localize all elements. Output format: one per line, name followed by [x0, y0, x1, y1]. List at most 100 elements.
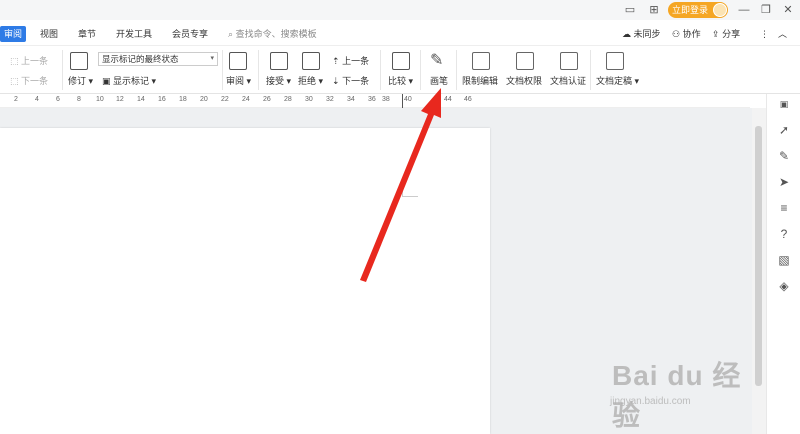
ruler-tick: 30	[305, 96, 313, 103]
permission-icon	[516, 52, 534, 70]
accept-icon	[270, 52, 288, 70]
next-change-button[interactable]: ⇣ 下一条	[332, 74, 369, 87]
close-icon[interactable]: ✕	[780, 3, 796, 17]
doc-permission-label: 文档权限	[506, 76, 543, 86]
login-button[interactable]: 立即登录	[668, 2, 728, 18]
display-state-select[interactable]: 显示标记的最终状态 ▾	[98, 52, 218, 66]
show-markup-button[interactable]: ▣ 显示标记 ▾	[102, 74, 156, 87]
tab-dev-tools[interactable]: 开发工具	[116, 26, 152, 42]
pen-icon[interactable]: ✎	[776, 148, 792, 164]
compass-icon[interactable]: ◈	[776, 278, 792, 294]
ruler-tick: 32	[326, 96, 334, 103]
watermark-brand: Bai du 经验	[612, 360, 742, 431]
prev-change-icon: ⇡	[332, 56, 340, 66]
horizontal-ruler[interactable]: 2 4 6 8 10 12 14 16 18 20 22 24 26 28 30…	[0, 94, 750, 108]
certify-icon	[560, 52, 578, 70]
search-placeholder: 查找命令、搜索模板	[235, 29, 317, 39]
grid-apps-icon[interactable]: ⊞	[646, 3, 662, 17]
page-margin-mark	[402, 188, 403, 197]
scrollbar-thumb[interactable]	[755, 126, 762, 386]
cloud-icon: ☁	[622, 29, 631, 39]
accept-button[interactable]: 接受 ▾	[266, 74, 291, 87]
ruler-tick: 2	[14, 96, 18, 103]
accept-label: 接受	[266, 76, 285, 86]
divider	[380, 50, 381, 90]
prev-change-label: 上一条	[342, 56, 370, 66]
share-label: 分享	[722, 29, 741, 39]
watermark-url: jingyan.baidu.com	[610, 396, 691, 407]
doc-finalize-button[interactable]: 文档定稿 ▾	[596, 74, 639, 87]
next-comment-button[interactable]: ⬚ 下一条	[10, 74, 48, 87]
prev-comment-icon: ⬚	[10, 56, 19, 66]
restrict-edit-label: 限制编辑	[462, 76, 499, 86]
divider	[456, 50, 457, 90]
ruler-tick: 40	[404, 96, 412, 103]
adjust-sliders-icon[interactable]: ≡	[776, 200, 792, 216]
ruler-tick: 4	[35, 96, 39, 103]
prev-change-button[interactable]: ⇡ 上一条	[332, 54, 369, 67]
divider	[62, 50, 63, 90]
ruler-tick: 34	[347, 96, 355, 103]
tab-chapter[interactable]: 章节	[78, 26, 96, 42]
minimize-icon[interactable]: —	[736, 3, 752, 17]
ruler-tick: 22	[221, 96, 229, 103]
reject-label: 拒绝	[298, 76, 317, 86]
collab-button[interactable]: ⚇ 协作	[672, 26, 701, 42]
ruler-tick: 16	[158, 96, 166, 103]
tab-member[interactable]: 会员专享	[172, 26, 208, 42]
ruler-tick: 44	[444, 96, 452, 103]
ruler-tick: 28	[284, 96, 292, 103]
ruler-tick: 10	[96, 96, 104, 103]
revise-icon	[70, 52, 88, 70]
divider	[590, 50, 591, 90]
help-icon[interactable]: ?	[776, 226, 792, 242]
restore-icon[interactable]: ❐	[758, 3, 774, 17]
avatar	[713, 3, 727, 17]
revise-button[interactable]: 修订 ▾	[68, 74, 93, 87]
review-label: 审阅	[226, 76, 245, 86]
sync-label: 未同步	[633, 29, 661, 39]
share-button[interactable]: ⇪ 分享	[712, 26, 740, 42]
pen-label: 画笔	[430, 76, 449, 86]
restrict-edit-button[interactable]: 限制编辑	[462, 74, 498, 87]
compare-button[interactable]: 比较 ▾	[388, 74, 413, 87]
markup-icon: ▣	[102, 76, 111, 86]
ruler-indent-marker[interactable]	[402, 94, 403, 108]
login-label: 立即登录	[672, 5, 709, 15]
panel-toggle-icon[interactable]: ▣	[776, 96, 792, 112]
collapse-ribbon-icon[interactable]: ︿	[778, 26, 787, 42]
ruler-tick: 24	[242, 96, 250, 103]
prev-comment-button[interactable]: ⬚ 上一条	[10, 54, 48, 67]
doc-cert-label: 文档认证	[550, 76, 587, 86]
compare-icon	[392, 52, 410, 70]
tab-view[interactable]: 视图	[40, 26, 58, 42]
pen-button[interactable]: 画笔	[430, 74, 448, 87]
doc-permission-button[interactable]: 文档权限	[506, 74, 542, 87]
pen-icon: ✎	[430, 52, 444, 69]
next-change-label: 下一条	[342, 76, 370, 86]
divider	[258, 50, 259, 90]
ribbon-toolbar: ⬚ 上一条 ⬚ 下一条 修订 ▾ 显示标记的最终状态 ▾ ▣ 显示标记 ▾ 审阅…	[0, 46, 800, 94]
ribbon-tabs: 审阅 视图 章节 开发工具 会员专享 ⌕ 查找命令、搜索模板 ☁ 未同步 ⚇ 协…	[0, 20, 800, 46]
ruler-tick: 26	[263, 96, 271, 103]
prev-comment-label: 上一条	[21, 56, 49, 66]
ruler-tick: 46	[464, 96, 472, 103]
tab-review[interactable]: 审阅	[0, 26, 27, 42]
revise-label: 修订	[68, 76, 87, 86]
ruler-tick: 8	[77, 96, 81, 103]
doc-cert-button[interactable]: 文档认证	[550, 74, 586, 87]
command-search[interactable]: ⌕ 查找命令、搜索模板	[228, 26, 317, 42]
sync-status[interactable]: ☁ 未同步	[622, 26, 661, 42]
ruler-tick: 20	[200, 96, 208, 103]
cursor-select-icon[interactable]: ➤	[776, 174, 792, 190]
next-comment-label: 下一条	[21, 76, 49, 86]
review-button[interactable]: 审阅 ▾	[226, 74, 251, 87]
next-comment-icon: ⬚	[10, 76, 19, 86]
view-mode-icon[interactable]: ▭	[622, 3, 638, 17]
reject-button[interactable]: 拒绝 ▾	[298, 74, 323, 87]
document-page[interactable]	[0, 128, 490, 434]
ruler-tick: 14	[137, 96, 145, 103]
rocket-icon[interactable]: ➚	[776, 122, 792, 138]
more-icon[interactable]: ⋮	[760, 26, 769, 42]
image-tool-icon[interactable]: ▧	[776, 252, 792, 268]
